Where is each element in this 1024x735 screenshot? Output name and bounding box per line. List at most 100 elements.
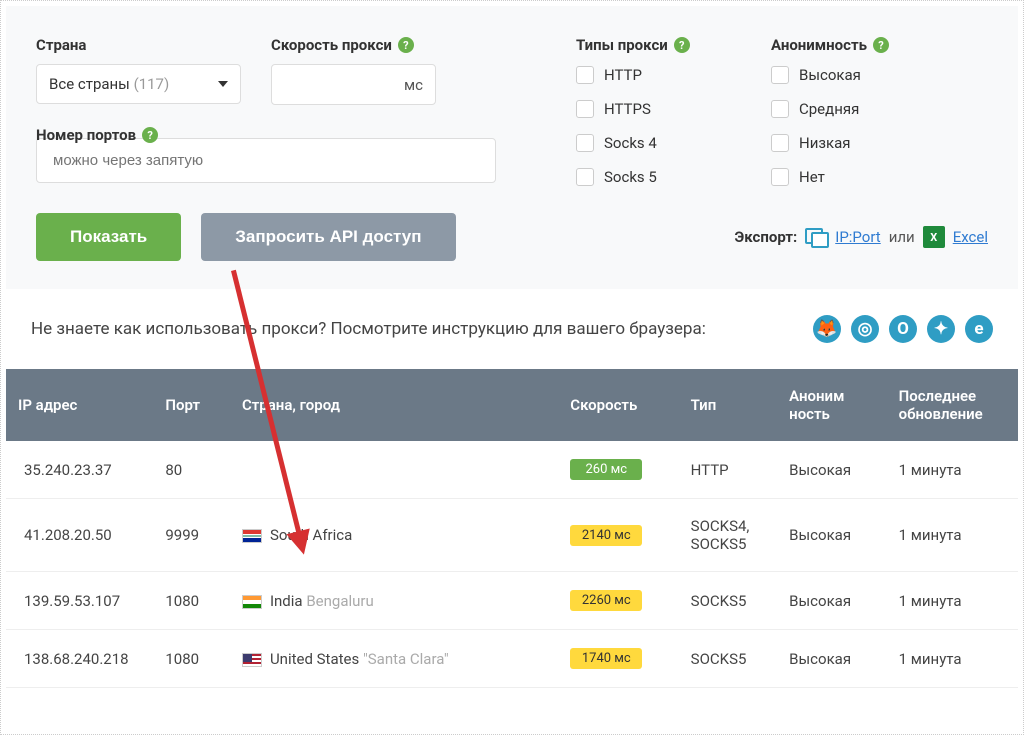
ports-input[interactable] <box>51 151 481 170</box>
cell-speed: 2140 мс <box>558 499 678 572</box>
anon-low[interactable]: Низкая <box>771 134 931 152</box>
cell-speed: 1740 мс <box>558 630 678 688</box>
cell-port: 9999 <box>153 499 230 572</box>
cell-updated: 1 минута <box>887 630 1018 688</box>
anon-none[interactable]: Нет <box>771 168 931 186</box>
cell-updated: 1 минута <box>887 441 1018 499</box>
speed-input[interactable] <box>328 75 398 94</box>
browser-icons: 🦊 ◎ O ✦ e <box>813 315 993 343</box>
export-section: Экспорт: IP:Port или X Excel <box>735 226 989 248</box>
country-text: United States <box>270 650 359 668</box>
city-text: "Santa Clara" <box>363 650 449 668</box>
country-select[interactable]: Все страны (117) <box>36 64 241 104</box>
cell-ip: 139.59.53.107 <box>6 572 153 630</box>
table-row: 138.68.240.2181080 United States "Santa C… <box>6 630 1018 688</box>
checkbox[interactable] <box>771 100 789 118</box>
excel-icon[interactable]: X <box>923 226 945 248</box>
instruction-text: Не знаете как использовать прокси? Посмо… <box>31 319 706 339</box>
cell-anon: Высокая <box>777 572 886 630</box>
copy-icon[interactable] <box>805 228 827 246</box>
table-row: 139.59.53.1071080India Bengaluru2260 мсS… <box>6 572 1018 630</box>
cell-ip: 41.208.20.50 <box>6 499 153 572</box>
checkbox[interactable] <box>771 134 789 152</box>
cell-anon: Высокая <box>777 630 886 688</box>
cell-updated: 1 минута <box>887 499 1018 572</box>
filter-panel: Страна Все страны (117) Номер портов ? С… <box>6 6 1018 213</box>
col-speed[interactable]: Скорость <box>558 369 678 441</box>
cell-anon: Высокая <box>777 441 886 499</box>
help-icon[interactable]: ? <box>873 37 889 53</box>
firefox-icon[interactable]: 🦊 <box>813 315 841 343</box>
cell-location: South Africa <box>230 499 558 572</box>
speed-badge: 2260 мс <box>570 590 642 611</box>
type-https[interactable]: HTTPS <box>576 100 741 118</box>
opera-icon[interactable]: O <box>889 315 917 343</box>
cell-speed: 2260 мс <box>558 572 678 630</box>
anon-list: Высокая Средняя Низкая Нет <box>771 66 931 186</box>
table-row: 41.208.20.509999 South Africa 2140 мс SOCK… <box>6 499 1018 572</box>
ie-icon[interactable]: e <box>965 315 993 343</box>
checkbox[interactable] <box>576 168 594 186</box>
speed-unit: мс <box>404 76 423 94</box>
anon-high[interactable]: Высокая <box>771 66 931 84</box>
proxy-table: IP адрес Порт Страна, город Скорость Тип… <box>6 369 1018 688</box>
col-port[interactable]: Порт <box>153 369 230 441</box>
cell-port: 1080 <box>153 630 230 688</box>
cell-port: 80 <box>153 441 230 499</box>
types-label: Типы прокси ? <box>576 36 741 54</box>
cell-ip: 138.68.240.218 <box>6 630 153 688</box>
country-text: India <box>270 592 303 610</box>
show-button[interactable]: Показать <box>36 213 181 261</box>
ports-label: Номер портов ? <box>36 126 241 144</box>
country-label: Страна <box>36 36 241 54</box>
col-location[interactable]: Страна, город <box>230 369 558 441</box>
type-socks4[interactable]: Socks 4 <box>576 134 741 152</box>
help-icon[interactable]: ? <box>142 127 158 143</box>
cell-location <box>230 441 558 499</box>
speed-badge: 2140 мс <box>570 525 642 546</box>
checkbox[interactable] <box>771 66 789 84</box>
col-type[interactable]: Тип <box>679 369 778 441</box>
flag-icon <box>242 653 262 667</box>
speed-badge: 260 мс <box>570 459 642 480</box>
cell-port: 1080 <box>153 572 230 630</box>
types-list: HTTP HTTPS Socks 4 Socks 5 <box>576 66 741 186</box>
checkbox[interactable] <box>576 66 594 84</box>
anon-medium[interactable]: Средняя <box>771 100 931 118</box>
chevron-down-icon <box>218 81 228 87</box>
type-socks5[interactable]: Socks 5 <box>576 168 741 186</box>
cell-type: SOCKS5 <box>679 630 778 688</box>
checkbox[interactable] <box>576 134 594 152</box>
export-label: Экспорт: <box>735 228 798 246</box>
country-text: South Africa <box>270 526 352 544</box>
cell-location: India Bengaluru <box>230 572 558 630</box>
chrome-icon[interactable]: ◎ <box>851 315 879 343</box>
col-ip[interactable]: IP адрес <box>6 369 153 441</box>
cell-type: HTTP <box>679 441 778 499</box>
help-icon[interactable]: ? <box>674 37 690 53</box>
speed-label: Скорость прокси ? <box>271 36 436 54</box>
cell-ip: 35.240.23.37 <box>6 441 153 499</box>
flag-icon <box>242 595 262 609</box>
table-header-row: IP адрес Порт Страна, город Скорость Тип… <box>6 369 1018 441</box>
col-anon[interactable]: Аноним ность <box>777 369 886 441</box>
export-ipport-link[interactable]: IP:Port <box>835 228 880 246</box>
request-api-button[interactable]: Запросить API доступ <box>201 213 455 261</box>
cell-type: SOCKS5 <box>679 572 778 630</box>
cell-anon: Высокая <box>777 499 886 572</box>
action-bar: Показать Запросить API доступ Экспорт: I… <box>6 213 1018 289</box>
checkbox[interactable] <box>576 100 594 118</box>
export-excel-link[interactable]: Excel <box>953 228 988 246</box>
cell-updated: 1 минута <box>887 572 1018 630</box>
instruction-bar: Не знаете как использовать прокси? Посмо… <box>1 289 1023 369</box>
type-http[interactable]: HTTP <box>576 66 741 84</box>
flag-icon <box>242 529 262 543</box>
col-updated[interactable]: Последнее обновление <box>887 369 1018 441</box>
safari-icon[interactable]: ✦ <box>927 315 955 343</box>
help-icon[interactable]: ? <box>398 37 414 53</box>
cell-type: SOCKS4, SOCKS5 <box>679 499 778 572</box>
cell-speed: 260 мс <box>558 441 678 499</box>
speed-input-wrap: мс <box>271 64 436 105</box>
checkbox[interactable] <box>771 168 789 186</box>
city-text: Bengaluru <box>306 592 373 610</box>
